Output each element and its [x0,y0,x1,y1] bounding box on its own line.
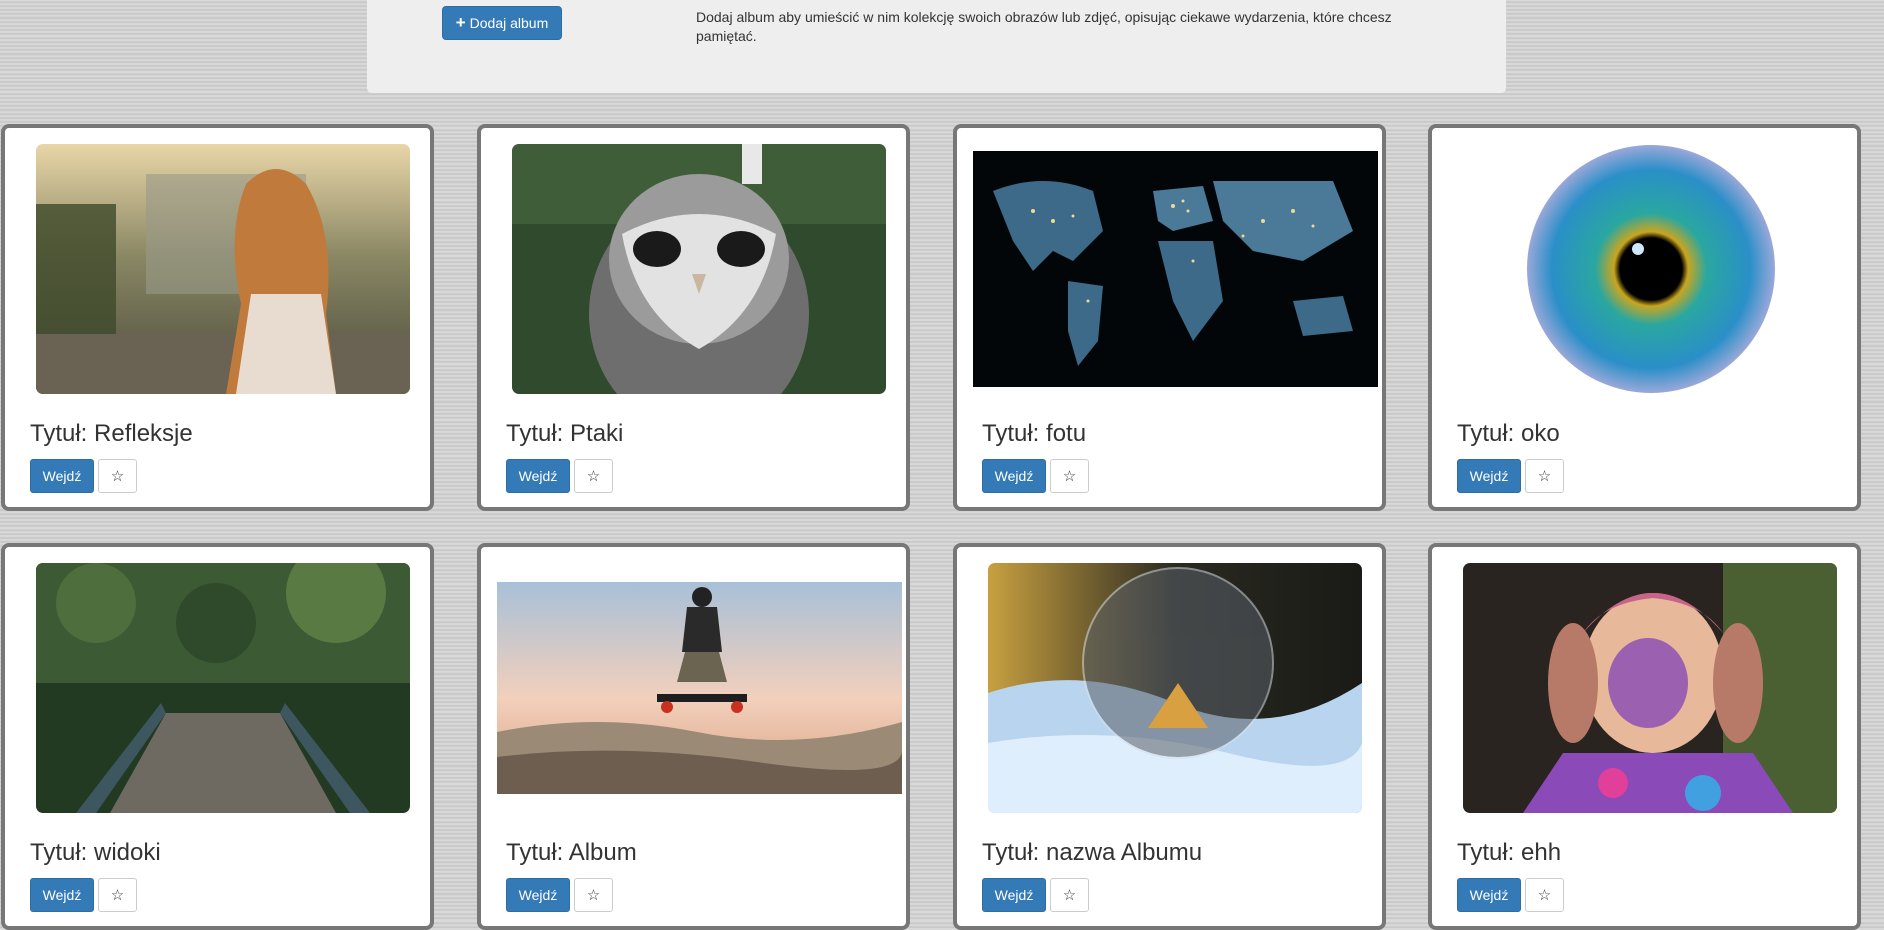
favorite-button[interactable]: ☆ [574,878,613,912]
add-album-label: Dodaj album [469,15,549,31]
album-card: Tytuł: widoki Wejdź ☆ [1,543,434,930]
enter-album-button[interactable]: Wejdź [30,459,94,493]
favorite-button[interactable]: ☆ [98,459,137,493]
star-icon: ☆ [1537,887,1552,904]
album-card: Tytuł: Refleksje Wejdź ☆ [1,124,434,511]
star-icon: ☆ [1062,887,1077,904]
add-album-panel: + Dodaj album Dodaj album aby umieścić w… [367,0,1506,93]
album-card: Tytuł: nazwa Albumu Wejdź ☆ [953,543,1386,930]
enter-album-button[interactable]: Wejdź [982,459,1046,493]
add-album-button[interactable]: + Dodaj album [442,6,562,40]
star-icon: ☆ [586,468,601,485]
album-card: Tytuł: oko Wejdź ☆ [1428,124,1861,511]
album-title: Tytuł: ehh [1457,839,1562,866]
album-title: Tytuł: oko [1457,420,1560,447]
album-card: Tytuł: fotu Wejdź ☆ [953,124,1386,511]
album-image-eye[interactable] [1523,144,1779,394]
album-title: Tytuł: fotu [982,420,1087,447]
star-icon: ☆ [110,887,125,904]
star-icon: ☆ [110,468,125,485]
favorite-button[interactable]: ☆ [98,878,137,912]
enter-album-button[interactable]: Wejdź [30,878,94,912]
album-title: Tytuł: Refleksje [30,420,193,447]
favorite-button[interactable]: ☆ [1525,459,1564,493]
enter-album-button[interactable]: Wejdź [1457,878,1521,912]
star-icon: ☆ [1062,468,1077,485]
album-card: Tytuł: Album Wejdź ☆ [477,543,910,930]
enter-album-button[interactable]: Wejdź [506,459,570,493]
add-album-description: Dodaj album aby umieścić w nim kolekcję … [696,9,1392,44]
album-card: Tytuł: Ptaki Wejdź ☆ [477,124,910,511]
album-image-bridge[interactable] [36,563,410,813]
album-image-jumper[interactable] [497,582,902,794]
plus-icon: + [455,13,466,32]
enter-album-button[interactable]: Wejdź [1457,459,1521,493]
star-icon: ☆ [1537,468,1552,485]
album-image-bubble[interactable] [988,563,1362,813]
album-card: Tytuł: ehh Wejdź ☆ [1428,543,1861,930]
favorite-button[interactable]: ☆ [1525,878,1564,912]
album-image-girl[interactable] [1463,563,1837,813]
favorite-button[interactable]: ☆ [574,459,613,493]
favorite-button[interactable]: ☆ [1050,878,1089,912]
album-title: Tytuł: Album [506,839,637,866]
favorite-button[interactable]: ☆ [1050,459,1089,493]
album-title: Tytuł: widoki [30,839,161,866]
enter-album-button[interactable]: Wejdź [982,878,1046,912]
album-image-world-map[interactable] [973,151,1378,387]
star-icon: ☆ [586,887,601,904]
enter-album-button[interactable]: Wejdź [506,878,570,912]
album-image-owl[interactable] [512,144,886,394]
album-image-woman[interactable] [36,144,410,394]
album-title: Tytuł: Ptaki [506,420,624,447]
album-title: Tytuł: nazwa Albumu [982,839,1203,866]
